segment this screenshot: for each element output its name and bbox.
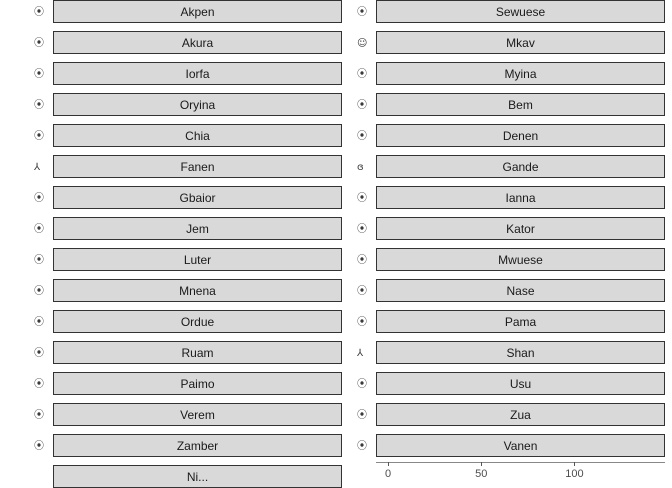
emoji-marker-icon: ⦿ [357, 7, 367, 18]
emoji-marker-icon: ⦿ [357, 286, 367, 297]
facet-strip-label: Usu [376, 372, 665, 395]
emoji-marker-icon: ⦿ [34, 286, 44, 297]
emoji-marker-icon: ⦿ [357, 441, 367, 452]
facet-strip-label: Verem [53, 403, 342, 426]
emoji-marker-icon: ɞ [357, 162, 364, 173]
emoji-marker-icon: ⦿ [357, 410, 367, 421]
emoji-marker-icon: ⦿ [357, 100, 367, 111]
facet-strip-label: Ni... [53, 465, 342, 488]
facet-strip-label: Mnena [53, 279, 342, 302]
facet-strip-label: Fanen [53, 155, 342, 178]
emoji-marker-icon: ☺ [357, 38, 368, 49]
emoji-marker-icon: ⦿ [357, 379, 367, 390]
emoji-marker-icon: ⦿ [34, 255, 44, 266]
x-axis-tick-label: 100 [565, 468, 584, 480]
emoji-marker-icon: ⦿ [34, 441, 44, 452]
facet-strip-label: Kator [376, 217, 665, 240]
emoji-marker-icon: ⦿ [34, 131, 44, 142]
emoji-marker-icon: ⦿ [34, 379, 44, 390]
facet-strip-label: Mkav [376, 31, 665, 54]
x-axis: 0 50 100 [376, 462, 668, 480]
emoji-marker-icon: ⦿ [34, 69, 44, 80]
facet-strip-label: Paimo [53, 372, 342, 395]
facet-strip-label: Shan [376, 341, 665, 364]
x-axis-line [376, 462, 665, 463]
emoji-marker-icon: ⦿ [357, 69, 367, 80]
facet-strip-label: Bem [376, 93, 665, 116]
x-axis-tick [574, 462, 576, 466]
emoji-marker-icon: ⦿ [34, 410, 44, 421]
emoji-marker-icon: ⦿ [357, 317, 367, 328]
emoji-marker-icon: ⦿ [357, 224, 367, 235]
emoji-marker-icon: ⦿ [34, 224, 44, 235]
facet-strip-label: Zua [376, 403, 665, 426]
facet-strip-label: Jem [53, 217, 342, 240]
facet-strip-label: Pama [376, 310, 665, 333]
facet-strip-label: Iorfa [53, 62, 342, 85]
emoji-marker-icon: ⦿ [357, 193, 367, 204]
facet-strip-label: Zamber [53, 434, 342, 457]
emoji-marker-icon: ⦿ [357, 255, 367, 266]
facet-strip-label: Luter [53, 248, 342, 271]
facet-strip-label: Oryina [53, 93, 342, 116]
facet-strip-label: Nase [376, 279, 665, 302]
facet-strip-label: Ruam [53, 341, 342, 364]
emoji-marker-icon: ⦿ [34, 38, 44, 49]
emoji-marker-icon: ⦿ [34, 348, 44, 359]
facet-strip-label: Gbaior [53, 186, 342, 209]
facet-strip-label: Akpen [53, 0, 342, 23]
emoji-marker-icon: ⅄ [357, 348, 364, 359]
facet-strip-label: Ianna [376, 186, 665, 209]
x-axis-tick [388, 462, 389, 466]
facet-strip-label: Chia [53, 124, 342, 147]
emoji-marker-icon: ⦿ [34, 193, 44, 204]
facet-strip-label: Vanen [376, 434, 665, 457]
facet-strip-label: Denen [376, 124, 665, 147]
emoji-marker-icon: ⦿ [34, 317, 44, 328]
facet-strip-label: Akura [53, 31, 342, 54]
x-axis-tick [481, 462, 483, 466]
facet-strip-label: Gande [376, 155, 665, 178]
x-axis-tick-label: 0 [384, 468, 392, 480]
facet-strip-label: Ordue [53, 310, 342, 333]
emoji-marker-icon: ⦿ [357, 131, 367, 142]
emoji-marker-icon: ⦿ [34, 100, 44, 111]
emoji-marker-icon: ⅄ [34, 162, 41, 173]
facet-strip-label: Myina [376, 62, 665, 85]
emoji-marker-icon: ⦿ [34, 7, 44, 18]
facet-strip-label: Sewuese [376, 0, 665, 23]
facet-strip-label: Mwuese [376, 248, 665, 271]
x-axis-tick-label: 50 [475, 468, 488, 480]
